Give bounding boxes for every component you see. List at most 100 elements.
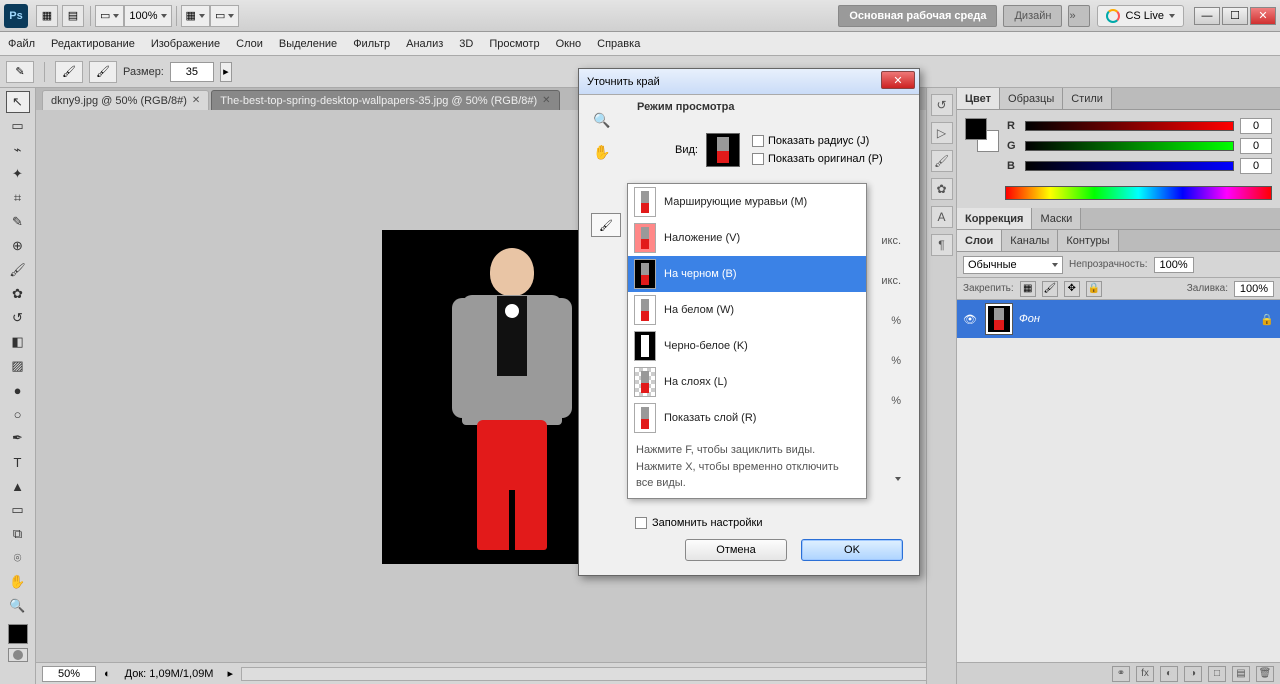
- view-extras-select[interactable]: ▭: [95, 5, 124, 27]
- quickselect-tool[interactable]: ✦: [6, 163, 30, 185]
- quick-mask-toggle[interactable]: [8, 648, 28, 662]
- current-tool-swatch[interactable]: ✎: [6, 61, 34, 83]
- lock-position-icon[interactable]: ✥: [1064, 281, 1080, 297]
- visibility-icon[interactable]: 👁: [961, 310, 979, 328]
- doc-tab-inactive[interactable]: The-best-top-spring-desktop-wallpapers-3…: [211, 90, 559, 110]
- menu-image[interactable]: Изображение: [143, 32, 228, 55]
- refine-brush-icon[interactable]: 🖌: [591, 213, 621, 237]
- b-slider[interactable]: [1025, 161, 1234, 171]
- spectrum-strip[interactable]: [1005, 186, 1272, 200]
- clone-icon[interactable]: ✿: [931, 178, 953, 200]
- menu-select[interactable]: Выделение: [271, 32, 345, 55]
- view-option-bw[interactable]: Черно-белое (K): [628, 328, 866, 364]
- b-value[interactable]: 0: [1240, 158, 1272, 174]
- gradient-tool[interactable]: ▨: [6, 355, 30, 377]
- tab-paths[interactable]: Контуры: [1058, 230, 1118, 251]
- brush-add-button[interactable]: 🖌: [55, 61, 83, 83]
- view-option-on-black[interactable]: На черном (B): [628, 256, 866, 292]
- char-icon[interactable]: A: [931, 206, 953, 228]
- trash-icon[interactable]: 🗑: [1256, 666, 1274, 682]
- show-radius-checkbox[interactable]: [752, 135, 764, 147]
- blend-mode-select[interactable]: Обычные: [963, 256, 1063, 274]
- fill-input[interactable]: 100%: [1234, 281, 1274, 297]
- marquee-tool[interactable]: ▭: [6, 115, 30, 137]
- shape-tool[interactable]: ▭: [6, 499, 30, 521]
- workspace-essentials[interactable]: Основная рабочая среда: [838, 5, 997, 27]
- zoom-select[interactable]: 100%: [124, 5, 171, 27]
- eyedropper-tool[interactable]: ✎: [6, 211, 30, 233]
- remember-checkbox[interactable]: [635, 517, 647, 529]
- lock-transparent-icon[interactable]: ▦: [1020, 281, 1036, 297]
- dialog-titlebar[interactable]: Уточнить край ✕: [579, 69, 919, 95]
- mask-icon[interactable]: ◐: [1160, 666, 1178, 682]
- adjustment-layer-icon[interactable]: ◑: [1184, 666, 1202, 682]
- doc-tab-active[interactable]: dkny9.jpg @ 50% (RGB/8#)✕: [42, 90, 209, 110]
- group-icon[interactable]: □: [1208, 666, 1226, 682]
- tab-adjustments[interactable]: Коррекция: [957, 208, 1032, 229]
- view-option-marching-ants[interactable]: Марширующие муравьи (M): [628, 184, 866, 220]
- tab-channels[interactable]: Каналы: [1002, 230, 1058, 251]
- screenmode-select[interactable]: ▭: [210, 5, 239, 27]
- menu-edit[interactable]: Редактирование: [43, 32, 143, 55]
- pen-tool[interactable]: ✒: [6, 427, 30, 449]
- type-tool[interactable]: T: [6, 451, 30, 473]
- menu-help[interactable]: Справка: [589, 32, 648, 55]
- para-icon[interactable]: ¶: [931, 234, 953, 256]
- close-icon[interactable]: ✕: [542, 95, 550, 106]
- size-spinner[interactable]: ▸: [220, 62, 232, 82]
- workspace-more[interactable]: »: [1068, 5, 1090, 27]
- menu-window[interactable]: Окно: [548, 32, 590, 55]
- tab-layers[interactable]: Слои: [957, 230, 1002, 251]
- fx-icon[interactable]: fx: [1136, 666, 1154, 682]
- path-select-tool[interactable]: ▲: [6, 475, 30, 497]
- show-original-checkbox[interactable]: [752, 153, 764, 165]
- brush-tool[interactable]: 🖌: [6, 259, 30, 281]
- close-icon[interactable]: ✕: [192, 95, 200, 106]
- cslive-button[interactable]: CS Live: [1097, 5, 1184, 27]
- healing-tool[interactable]: ⊕: [6, 235, 30, 257]
- close-button[interactable]: ✕: [1250, 7, 1276, 25]
- ok-button[interactable]: OK: [801, 539, 903, 561]
- 3d-tool[interactable]: ⧉: [6, 523, 30, 545]
- opacity-input[interactable]: 100%: [1154, 257, 1194, 273]
- history-brush-tool[interactable]: ↺: [6, 307, 30, 329]
- color-swatches[interactable]: [965, 118, 999, 152]
- 3dcam-tool[interactable]: ⌾: [6, 547, 30, 569]
- tab-masks[interactable]: Маски: [1032, 208, 1081, 229]
- minimize-button[interactable]: —: [1194, 7, 1220, 25]
- workspace-design[interactable]: Дизайн: [1003, 5, 1062, 27]
- g-slider[interactable]: [1025, 141, 1234, 151]
- menu-file[interactable]: Файл: [0, 32, 43, 55]
- tab-swatches[interactable]: Образцы: [1000, 88, 1063, 109]
- history-icon[interactable]: ↺: [931, 94, 953, 116]
- menu-analysis[interactable]: Анализ: [398, 32, 451, 55]
- layer-thumbnail[interactable]: [985, 303, 1013, 335]
- view-option-reveal-layer[interactable]: Показать слой (R): [628, 400, 866, 436]
- output-chevron[interactable]: [895, 481, 901, 493]
- tab-styles[interactable]: Стили: [1063, 88, 1112, 109]
- lock-all-icon[interactable]: 🔒: [1086, 281, 1102, 297]
- tab-color[interactable]: Цвет: [957, 88, 1000, 109]
- view-thumb-button[interactable]: [706, 133, 740, 167]
- link-layers-icon[interactable]: ⚭: [1112, 666, 1130, 682]
- blur-tool[interactable]: ●: [6, 379, 30, 401]
- menu-filter[interactable]: Фильтр: [345, 32, 398, 55]
- crop-tool[interactable]: ⌗: [6, 187, 30, 209]
- menu-layer[interactable]: Слои: [228, 32, 271, 55]
- menu-3d[interactable]: 3D: [451, 32, 481, 55]
- zoom-tool-icon[interactable]: 🔍: [591, 109, 613, 131]
- arrange-select[interactable]: ▦: [181, 5, 210, 27]
- new-layer-icon[interactable]: ▤: [1232, 666, 1250, 682]
- foreground-swatch[interactable]: [8, 624, 28, 644]
- status-zoom[interactable]: 50%: [42, 666, 96, 682]
- layer-row[interactable]: 👁 Фон 🔒: [957, 300, 1280, 338]
- hand-tool-icon[interactable]: ✋: [591, 141, 613, 163]
- dialog-close-button[interactable]: ✕: [881, 71, 915, 89]
- layer-name-label[interactable]: Фон: [1019, 313, 1254, 325]
- eraser-tool[interactable]: ◧: [6, 331, 30, 353]
- hand-tool[interactable]: ✋: [6, 571, 30, 593]
- dodge-tool[interactable]: ○: [6, 403, 30, 425]
- size-input[interactable]: 35: [170, 62, 214, 82]
- r-value[interactable]: 0: [1240, 118, 1272, 134]
- stamp-tool[interactable]: ✿: [6, 283, 30, 305]
